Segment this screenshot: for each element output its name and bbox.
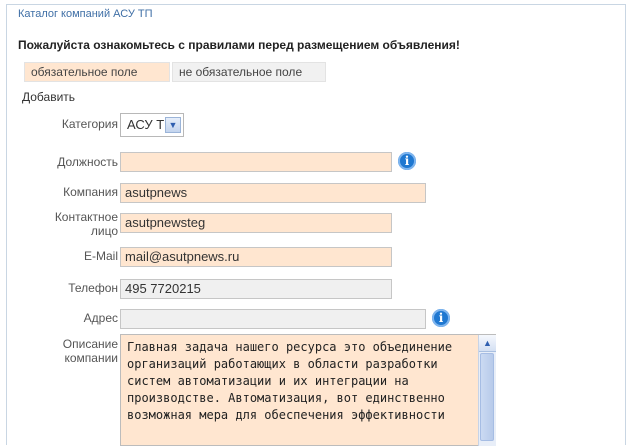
position-label: Должность — [57, 155, 118, 169]
description-textarea[interactable]: Главная задача нашего ресурса это объеди… — [120, 334, 496, 446]
address-input[interactable] — [120, 309, 426, 329]
description-label: Описание компании — [4, 337, 118, 365]
phone-label: Телефон — [68, 281, 118, 295]
category-label: Категория — [61, 117, 118, 131]
description-scrollbar[interactable]: ▲ — [478, 335, 496, 446]
description-label-line1: Описание — [62, 337, 118, 351]
arrow-up-icon[interactable]: ▲ — [479, 335, 496, 352]
section-add-title: Добавить — [22, 90, 76, 104]
contact-input[interactable]: asutpnewsteg — [120, 213, 392, 233]
category-select[interactable]: АСУ ТП ▼ — [120, 113, 184, 137]
address-label: Адрес — [83, 311, 118, 325]
info-icon[interactable]: i — [432, 309, 450, 327]
rules-notice: Пожалуйста ознакомьтесь с правилами пере… — [18, 38, 460, 52]
page-header: Каталог компаний АСУ ТП — [18, 8, 153, 20]
email-input[interactable]: mail@asutpnews.ru — [120, 247, 392, 267]
description-label-line2: компании — [64, 351, 118, 365]
legend-required: обязательное поле — [24, 62, 170, 82]
company-input[interactable]: asutpnews — [120, 183, 426, 203]
chevron-down-icon[interactable]: ▼ — [165, 117, 181, 133]
legend-optional: не обязательное поле — [172, 62, 326, 82]
email-label: E-Mail — [83, 249, 118, 263]
contact-label-line2: лицо — [90, 224, 118, 238]
scrollbar-thumb[interactable] — [480, 353, 494, 441]
position-input[interactable] — [120, 152, 392, 172]
phone-input[interactable]: 495 7720215 — [120, 279, 392, 299]
info-icon[interactable]: i — [398, 152, 416, 170]
company-label: Компания — [63, 185, 118, 199]
contact-label: Контактное лицо — [4, 210, 118, 238]
contact-label-line1: Контактное — [54, 210, 118, 224]
